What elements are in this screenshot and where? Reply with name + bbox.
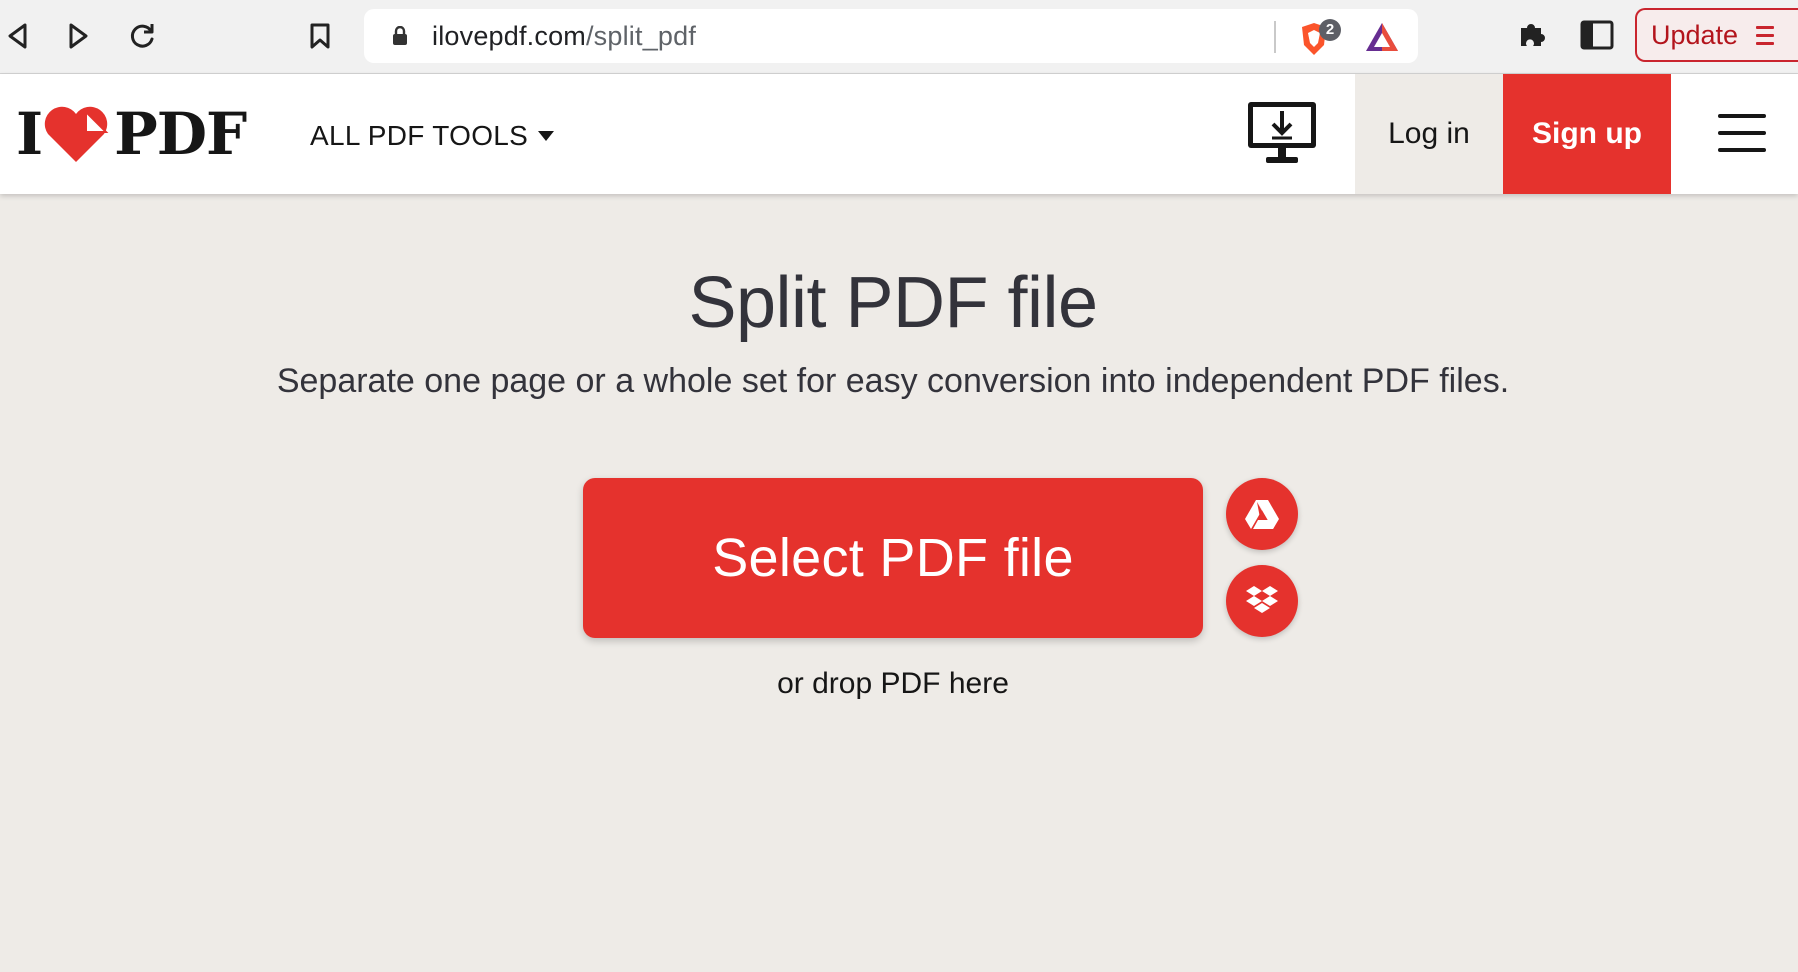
- browser-toolbar: ilovepdf.com/split_pdf 2 Update: [0, 0, 1798, 74]
- address-bar[interactable]: ilovepdf.com/split_pdf 2: [364, 9, 1418, 63]
- dropbox-button[interactable]: [1226, 565, 1298, 637]
- bookmark-icon[interactable]: [302, 18, 338, 54]
- all-tools-label: ALL PDF TOOLS: [310, 120, 529, 151]
- all-pdf-tools-menu[interactable]: ALL PDF TOOLS: [310, 120, 555, 152]
- lock-icon: [393, 26, 407, 45]
- url-host: ilovepdf.com: [432, 21, 586, 51]
- brave-shield-icon[interactable]: 2: [1299, 19, 1347, 59]
- sidebar-icon[interactable]: [1580, 20, 1614, 55]
- hamburger-icon[interactable]: [1718, 114, 1768, 165]
- page-subtitle: Separate one page or a whole set for eas…: [276, 362, 1510, 400]
- heart-logo-icon: [44, 106, 109, 162]
- menu-icon: [1756, 25, 1775, 45]
- logo-text-pdf: PDF: [114, 100, 247, 168]
- shield-count-badge: 2: [1319, 19, 1341, 41]
- back-icon[interactable]: [0, 18, 36, 54]
- select-pdf-file-button[interactable]: Select PDF file: [583, 478, 1203, 638]
- reload-icon[interactable]: [124, 18, 160, 54]
- page-title: Split PDF file: [688, 263, 1098, 343]
- ilovepdf-logo[interactable]: I PDF: [16, 100, 247, 168]
- url-text: ilovepdf.com/split_pdf: [432, 21, 696, 52]
- url-path: /split_pdf: [585, 21, 697, 51]
- omnibox-divider: [1274, 21, 1276, 53]
- drop-hint-text: or drop PDF here: [777, 667, 1009, 700]
- signup-button[interactable]: Sign up: [1503, 74, 1671, 194]
- dropbox-icon: [1246, 586, 1278, 613]
- logo-text-i: I: [16, 100, 43, 168]
- login-button[interactable]: Log in: [1355, 74, 1503, 194]
- update-label: Update: [1651, 19, 1739, 50]
- update-button[interactable]: Update: [1635, 8, 1798, 62]
- extensions-icon[interactable]: [1515, 18, 1547, 55]
- brave-rewards-icon[interactable]: [1364, 21, 1400, 58]
- google-drive-button[interactable]: [1226, 478, 1298, 550]
- desktop-download-icon[interactable]: [1246, 100, 1318, 171]
- site-header: I PDF ALL PDF TOOLS Log in Sign up: [0, 74, 1798, 194]
- google-drive-icon: [1245, 500, 1279, 529]
- forward-icon[interactable]: [60, 18, 96, 54]
- caret-down-icon: [538, 131, 555, 141]
